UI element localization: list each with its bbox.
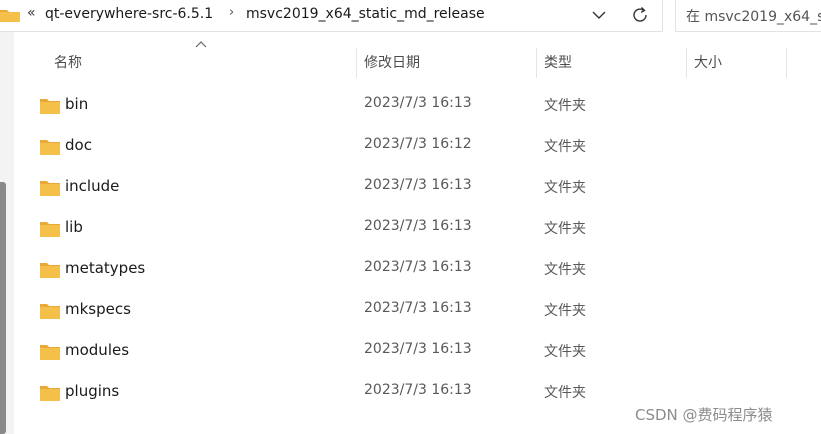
table-row[interactable]: mkspecs 2023/7/3 16:13 文件夹 [14, 289, 804, 330]
row-date: 2023/7/3 16:13 [364, 218, 472, 234]
sort-up-icon [195, 41, 207, 48]
row-name: mkspecs [65, 300, 131, 318]
row-date: 2023/7/3 16:13 [364, 177, 472, 193]
folder-icon [40, 140, 60, 155]
folder-icon [40, 99, 60, 114]
row-name: metatypes [65, 259, 146, 277]
breadcrumb-separator[interactable]: › [229, 5, 234, 20]
folder-icon [40, 222, 60, 237]
column-header-date[interactable]: 修改日期 [364, 48, 420, 78]
table-row[interactable]: doc 2023/7/3 16:12 文件夹 [14, 125, 804, 166]
search-input[interactable]: 在 msvc2019_x64_static_md_release 中搜索 [675, 0, 821, 32]
row-name: plugins [65, 382, 120, 400]
row-name: lib [65, 218, 83, 236]
row-type: 文件夹 [544, 385, 586, 401]
column-divider[interactable] [686, 48, 687, 78]
row-date: 2023/7/3 16:13 [364, 300, 472, 316]
row-type: 文件夹 [544, 344, 586, 360]
row-type: 文件夹 [544, 98, 586, 114]
folder-icon [40, 386, 60, 401]
column-header-type[interactable]: 类型 [544, 48, 572, 78]
row-name: modules [65, 341, 130, 359]
folder-icon [40, 304, 60, 319]
folder-icon [40, 181, 60, 196]
address-bar[interactable]: « qt-everywhere-src-6.5.1 › msvc2019_x64… [0, 0, 663, 32]
folder-icon [40, 263, 60, 278]
column-divider[interactable] [536, 48, 537, 78]
row-type: 文件夹 [544, 262, 586, 278]
row-type: 文件夹 [544, 180, 586, 196]
folder-icon [0, 10, 20, 22]
column-divider[interactable] [786, 48, 787, 78]
watermark: CSDN @费码程序猿 [635, 406, 773, 424]
breadcrumb-overflow-button[interactable]: « [27, 5, 36, 21]
refresh-icon[interactable] [628, 3, 652, 27]
table-row[interactable]: modules 2023/7/3 16:13 文件夹 [14, 330, 804, 371]
chevron-down-icon[interactable] [588, 4, 610, 26]
row-name: bin [65, 95, 89, 113]
breadcrumb-item-qt-everywhere[interactable]: qt-everywhere-src-6.5.1 [45, 6, 213, 22]
column-header-row: 名称 修改日期 类型 大小 [14, 48, 804, 78]
table-row[interactable]: lib 2023/7/3 16:13 文件夹 [14, 207, 804, 248]
folder-icon [40, 345, 60, 360]
row-date: 2023/7/3 16:12 [364, 136, 472, 152]
navigation-pane-scrollbar[interactable] [0, 182, 6, 434]
column-divider[interactable] [356, 48, 357, 78]
breadcrumb-item-msvc2019[interactable]: msvc2019_x64_static_md_release [246, 6, 485, 22]
table-row[interactable]: bin 2023/7/3 16:13 文件夹 [14, 84, 804, 125]
row-type: 文件夹 [544, 221, 586, 237]
column-header-size[interactable]: 大小 [694, 48, 722, 78]
file-explorer-window: « qt-everywhere-src-6.5.1 › msvc2019_x64… [0, 0, 821, 434]
row-date: 2023/7/3 16:13 [364, 382, 472, 398]
row-date: 2023/7/3 16:13 [364, 341, 472, 357]
row-type: 文件夹 [544, 139, 586, 155]
column-header-name[interactable]: 名称 [54, 48, 82, 78]
table-row[interactable]: include 2023/7/3 16:13 文件夹 [14, 166, 804, 207]
row-date: 2023/7/3 16:13 [364, 95, 472, 111]
row-date: 2023/7/3 16:13 [364, 259, 472, 275]
row-name: doc [65, 136, 92, 154]
search-placeholder: 在 msvc2019_x64_static_md_release 中搜索 [686, 9, 821, 25]
row-type: 文件夹 [544, 303, 586, 319]
row-name: include [65, 177, 120, 195]
table-row[interactable]: metatypes 2023/7/3 16:13 文件夹 [14, 248, 804, 289]
